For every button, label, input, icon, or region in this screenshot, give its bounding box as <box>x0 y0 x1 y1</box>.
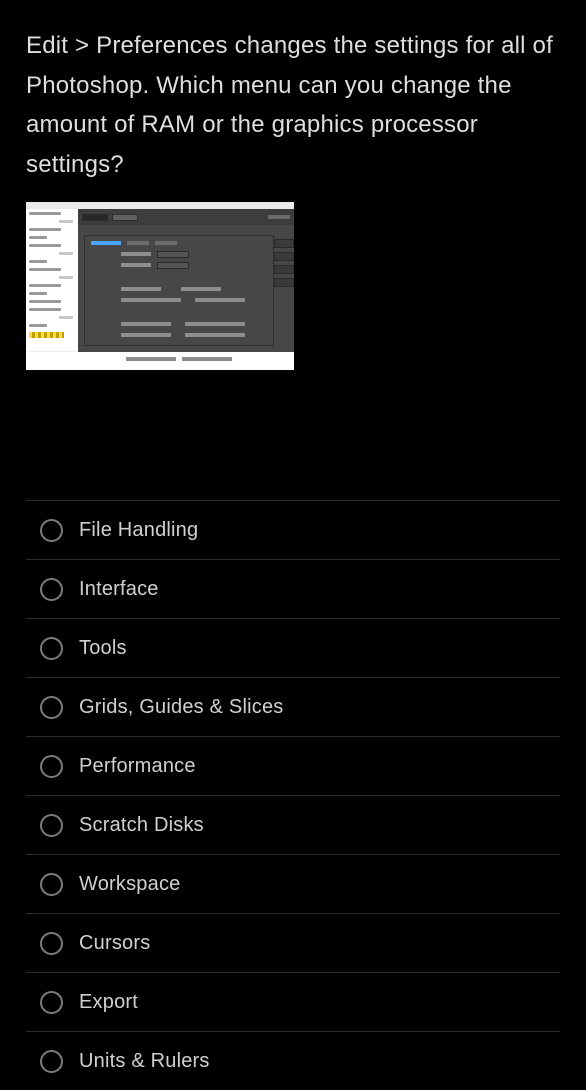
preferences-screenshot-thumbnail <box>26 202 294 370</box>
option-label: Interface <box>79 578 159 601</box>
quiz-page: Edit > Preferences changes the settings … <box>0 0 586 1090</box>
option-cursors[interactable]: Cursors <box>26 914 560 973</box>
radio-icon <box>40 1050 63 1073</box>
option-scratch-disks[interactable]: Scratch Disks <box>26 796 560 855</box>
option-label: Grids, Guides & Slices <box>79 696 283 719</box>
option-label: Workspace <box>79 873 180 896</box>
radio-icon <box>40 991 63 1014</box>
option-label: Scratch Disks <box>79 814 204 837</box>
options-list: File Handling Interface Tools Grids, Gui… <box>26 500 560 1090</box>
option-label: Performance <box>79 755 196 778</box>
option-interface[interactable]: Interface <box>26 560 560 619</box>
option-tools[interactable]: Tools <box>26 619 560 678</box>
radio-icon <box>40 814 63 837</box>
option-performance[interactable]: Performance <box>26 737 560 796</box>
option-label: File Handling <box>79 519 198 542</box>
question-text: Edit > Preferences changes the settings … <box>26 26 560 184</box>
option-export[interactable]: Export <box>26 973 560 1032</box>
option-label: Export <box>79 991 138 1014</box>
radio-icon <box>40 932 63 955</box>
option-label: Tools <box>79 637 127 660</box>
radio-icon <box>40 637 63 660</box>
thumb-preferences-dialog <box>78 209 294 352</box>
option-workspace[interactable]: Workspace <box>26 855 560 914</box>
radio-icon <box>40 519 63 542</box>
radio-icon <box>40 696 63 719</box>
option-label: Units & Rulers <box>79 1050 210 1073</box>
radio-icon <box>40 755 63 778</box>
option-file-handling[interactable]: File Handling <box>26 501 560 560</box>
radio-icon <box>40 873 63 896</box>
thumb-left-panel <box>26 209 78 352</box>
radio-icon <box>40 578 63 601</box>
option-grids-guides-slices[interactable]: Grids, Guides & Slices <box>26 678 560 737</box>
option-units-rulers[interactable]: Units & Rulers <box>26 1032 560 1090</box>
option-label: Cursors <box>79 932 150 955</box>
